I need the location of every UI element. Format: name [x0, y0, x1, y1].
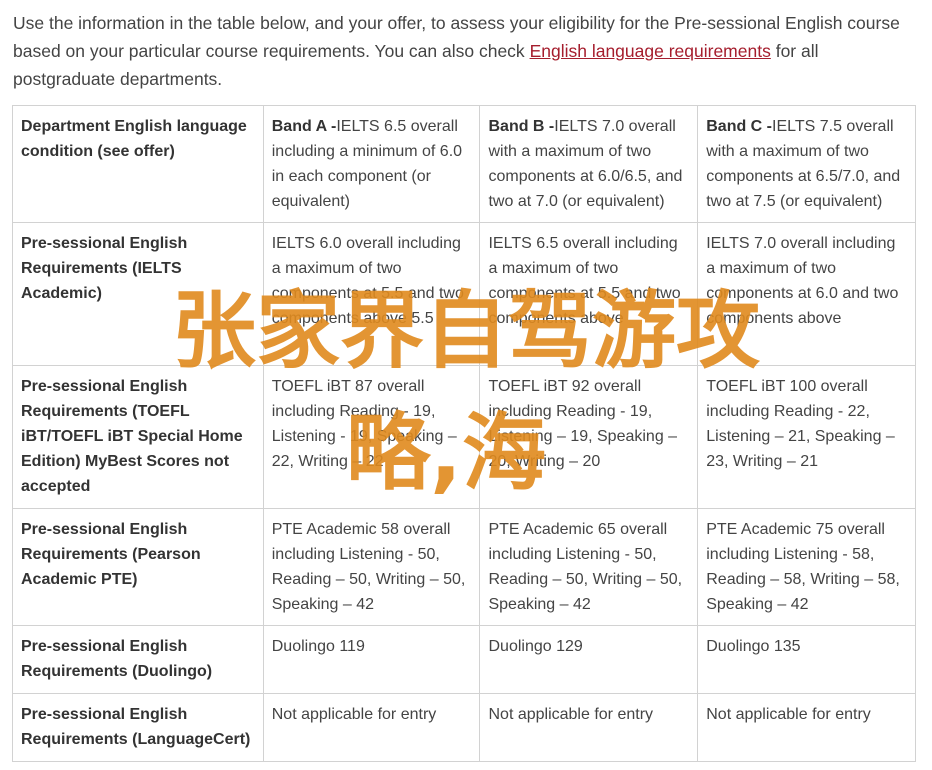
cell-duolingo-band-a: Duolingo 119: [262, 625, 481, 694]
header-band-c-cell: Band C -IELTS 7.5 overall with a maximum…: [697, 105, 916, 223]
cell-pte-band-b: PTE Academic 65 overall including Listen…: [479, 508, 699, 626]
band-b-label: Band B -: [488, 118, 555, 135]
cell-ielts-band-b: IELTS 6.5 overall including a maximum of…: [479, 222, 699, 366]
row-label-toefl: Pre-sessional English Requirements (TOEF…: [12, 365, 264, 509]
table-row: Pre-sessional English Requirements (Pear…: [12, 508, 916, 626]
header-band-b-cell: Band B -IELTS 7.0 overall with a maximum…: [479, 105, 699, 223]
row-label-languagecert: Pre-sessional English Requirements (Lang…: [12, 693, 264, 762]
table-row: Pre-sessional English Requirements (Lang…: [12, 693, 916, 762]
header-condition-cell: Department English language condition (s…: [12, 105, 264, 223]
table-row: Pre-sessional English Requirements (TOEF…: [12, 365, 916, 509]
english-requirements-link[interactable]: English language requirements: [530, 41, 771, 61]
header-band-a-cell: Band A -IELTS 6.5 overall including a mi…: [262, 105, 481, 223]
cell-languagecert-band-c: Not applicable for entry: [697, 693, 916, 762]
cell-ielts-band-c: IELTS 7.0 overall including a maximum of…: [697, 222, 916, 366]
band-c-label: Band C -: [706, 118, 773, 135]
cell-pte-band-c: PTE Academic 75 overall including Listen…: [697, 508, 916, 626]
band-a-label: Band A -: [271, 118, 337, 135]
cell-pte-band-a: PTE Academic 58 overall including Listen…: [262, 508, 481, 626]
row-label-pte: Pre-sessional English Requirements (Pear…: [12, 508, 264, 626]
cell-toefl-band-b: TOEFL iBT 92 overall including Reading -…: [479, 365, 699, 509]
cell-toefl-band-a: TOEFL iBT 87 overall including Reading -…: [262, 365, 481, 509]
cell-ielts-band-a: IELTS 6.0 overall including a maximum of…: [262, 222, 481, 366]
requirements-table: Department English language condition (s…: [12, 105, 916, 762]
table-row: Pre-sessional English Requirements (Duol…: [12, 625, 916, 694]
cell-languagecert-band-a: Not applicable for entry: [262, 693, 481, 762]
row-label-duolingo: Pre-sessional English Requirements (Duol…: [12, 625, 264, 694]
cell-duolingo-band-b: Duolingo 129: [479, 625, 699, 694]
cell-languagecert-band-b: Not applicable for entry: [479, 693, 699, 762]
cell-toefl-band-c: TOEFL iBT 100 overall including Reading …: [697, 365, 916, 509]
row-label-ielts: Pre-sessional English Requirements (IELT…: [12, 222, 264, 366]
cell-duolingo-band-c: Duolingo 135: [697, 625, 916, 694]
intro-paragraph: Use the information in the table below, …: [13, 9, 925, 93]
table-row: Pre-sessional English Requirements (IELT…: [12, 222, 916, 366]
table-header-row: Department English language condition (s…: [12, 105, 916, 223]
